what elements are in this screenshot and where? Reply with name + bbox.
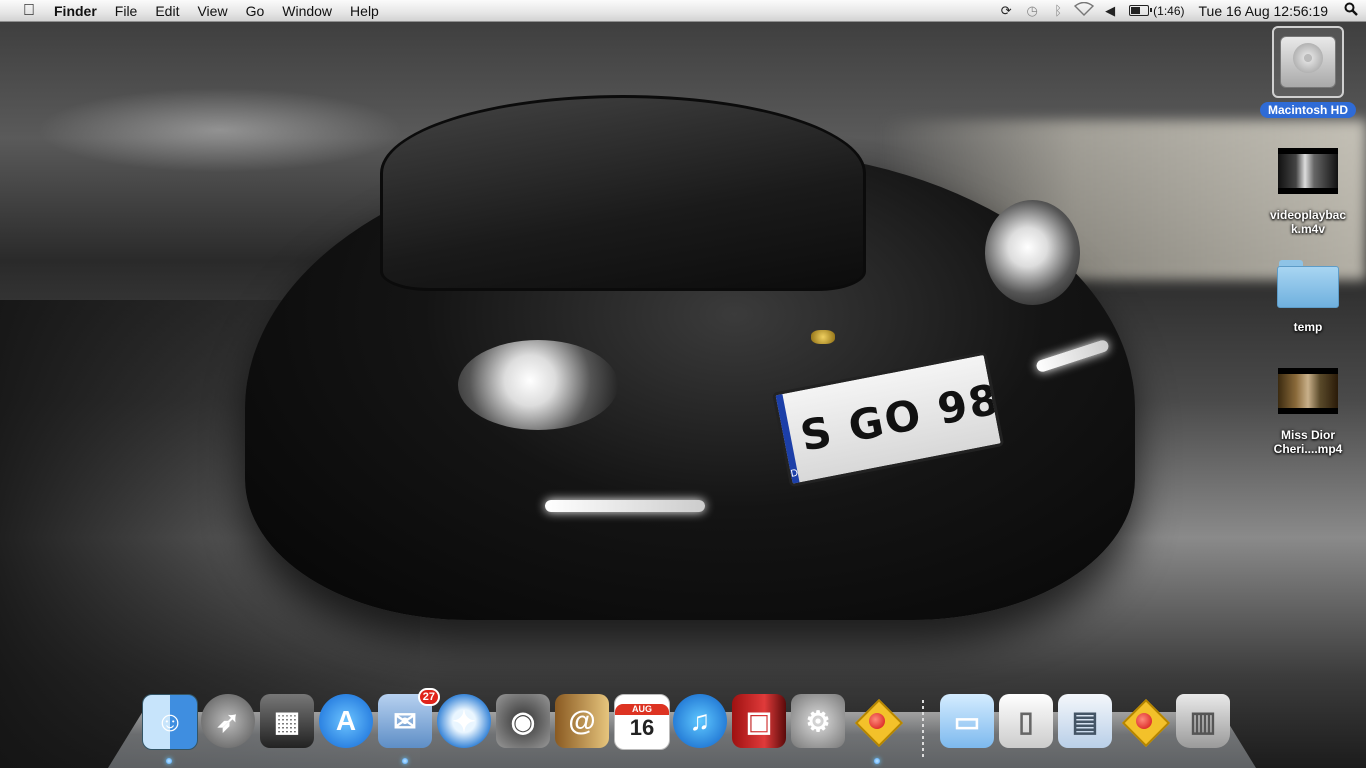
apple-menu-icon[interactable]:  bbox=[18, 2, 40, 20]
dock-running-indicator bbox=[874, 758, 880, 764]
bluetooth-icon[interactable]: ᛒ bbox=[1045, 3, 1071, 18]
video-file-icon bbox=[1278, 368, 1338, 414]
battery-fill bbox=[1131, 7, 1141, 14]
arrows-icon[interactable] bbox=[850, 694, 904, 748]
wallpaper-car-badge bbox=[811, 330, 835, 344]
calendar-month: AUG bbox=[615, 703, 669, 715]
desktop-icon-miss-dior[interactable]: Miss Dior Cheri....mp4 bbox=[1253, 368, 1363, 456]
menu-file[interactable]: File bbox=[106, 0, 147, 22]
address-book-icon[interactable]: @ bbox=[555, 694, 609, 748]
folder-icon[interactable]: ▭ bbox=[940, 694, 994, 748]
gear-icon[interactable]: ⚙ bbox=[791, 694, 845, 748]
menu-window[interactable]: Window bbox=[273, 0, 341, 22]
sync-icon[interactable]: ⟳ bbox=[993, 3, 1019, 19]
dock-running-indicator bbox=[166, 758, 172, 764]
usb-drive-icon[interactable]: ▯ bbox=[999, 694, 1053, 748]
desktop-icon-label: videoplaybac k.m4v bbox=[1269, 208, 1347, 236]
volume-icon[interactable]: ◀ bbox=[1097, 3, 1123, 19]
status-area: ⟳ ◷ ᛒ ◀ (1:46) Tue 16 Aug 12:56:19 bbox=[993, 0, 1366, 22]
compass-icon[interactable]: ✦ bbox=[437, 694, 491, 748]
desktop-icon-label: temp bbox=[1293, 320, 1323, 334]
wallpaper-drl-left bbox=[545, 500, 705, 512]
desktop-icon-label: Miss Dior Cheri....mp4 bbox=[1273, 428, 1343, 456]
video-file-icon bbox=[1278, 148, 1338, 194]
arrows-icon[interactable] bbox=[1117, 694, 1171, 748]
menu-finder[interactable]: Finder bbox=[54, 0, 106, 22]
wallpaper-headlight-left bbox=[458, 340, 618, 430]
mission-control-icon[interactable]: ▦ bbox=[260, 694, 314, 748]
plate-text: S GO 987 bbox=[796, 367, 1005, 461]
finder-icon[interactable]: ☺ bbox=[142, 694, 198, 750]
music-note-icon[interactable]: ♫ bbox=[673, 694, 727, 748]
wifi-icon[interactable] bbox=[1071, 1, 1097, 19]
dock-running-indicator bbox=[402, 758, 408, 764]
time-machine-icon[interactable]: ◷ bbox=[1019, 3, 1045, 19]
app-store-icon[interactable]: A bbox=[319, 694, 373, 748]
desktop-icon-label: Macintosh HD bbox=[1259, 102, 1356, 118]
folder-icon bbox=[1277, 260, 1339, 308]
menu-clock[interactable]: Tue 16 Aug 12:56:19 bbox=[1191, 3, 1336, 19]
wallpaper-car-windshield bbox=[380, 95, 866, 291]
menu-edit[interactable]: Edit bbox=[146, 0, 188, 22]
calendar-icon[interactable]: AUG 16 bbox=[614, 694, 670, 750]
trash-icon[interactable]: ▥ bbox=[1176, 694, 1230, 748]
calendar-day: 16 bbox=[629, 714, 655, 740]
menu-go[interactable]: Go bbox=[237, 0, 274, 22]
photo-booth-icon[interactable]: ▣ bbox=[732, 694, 786, 748]
desktop-icon-video-m4v[interactable]: videoplaybac k.m4v bbox=[1253, 148, 1363, 236]
search-icon[interactable] bbox=[1336, 2, 1366, 19]
desktop-icon-temp[interactable]: temp bbox=[1253, 260, 1363, 334]
battery-status[interactable]: (1:46) bbox=[1123, 4, 1190, 18]
camera-icon[interactable]: ◉ bbox=[496, 694, 550, 748]
wallpaper-headlight-right bbox=[985, 200, 1080, 305]
rocket-icon[interactable]: ➶ bbox=[201, 694, 255, 748]
menu-bar:  Finder File Edit View Go Window Help ⟳… bbox=[0, 0, 1366, 22]
battery-time: (1:46) bbox=[1153, 3, 1185, 18]
mail-badge: 27 bbox=[417, 688, 440, 706]
hard-drive-icon bbox=[1272, 26, 1344, 98]
preview-icon[interactable]: ▤ bbox=[1058, 694, 1112, 748]
menu-view[interactable]: View bbox=[188, 0, 236, 22]
mail-icon[interactable]: ✉ 27 bbox=[378, 688, 440, 748]
battery-icon bbox=[1129, 5, 1153, 16]
menu-help[interactable]: Help bbox=[341, 0, 388, 22]
desktop-icon-macintosh-hd[interactable]: Macintosh HD bbox=[1253, 26, 1363, 118]
dock-divider bbox=[922, 700, 924, 760]
